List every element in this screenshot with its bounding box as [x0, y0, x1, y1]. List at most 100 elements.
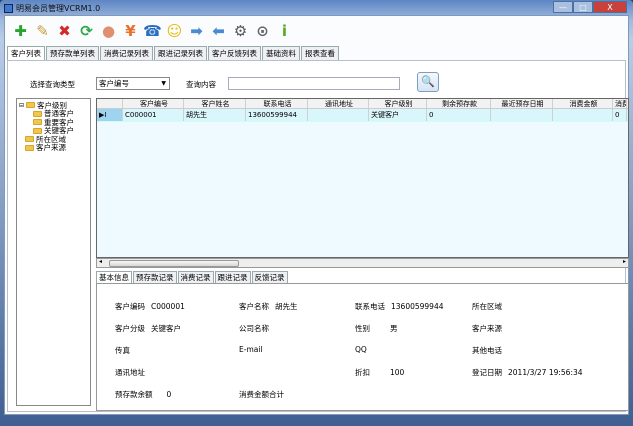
tree-node-source[interactable]: 客户来源	[19, 143, 88, 152]
yuan-button[interactable]: ¥	[121, 20, 140, 42]
field-other-phone: 其他电话	[472, 345, 508, 356]
client-area: ✚ ✎ ✖ ⟳ ● ¥ ☎ ☺ ➡ ⬅ ⚙ ⊙ i 客户列表 预存款单列表 消费记录列表 跟进记录列表 客户反馈…	[4, 15, 629, 415]
column-header[interactable]: 消费金额	[553, 99, 613, 108]
info-icon: i	[281, 22, 288, 40]
close-button[interactable]: X	[593, 1, 627, 13]
column-header[interactable]: 客户姓名	[184, 99, 246, 108]
chevron-down-icon: ▼	[161, 80, 166, 87]
table-cell: C000001	[123, 109, 184, 121]
horizontal-scrollbar[interactable]: ◂ ▸	[96, 258, 629, 268]
field-source: 客户来源	[472, 323, 508, 334]
customer-grid: 客户编号客户姓名联系电话通讯地址客户级别剩余预存款最近预存日期消费金额消费▶IC…	[96, 98, 629, 258]
field-label: 客户编码	[115, 302, 145, 311]
field-customer-code: 客户编码 C000001	[115, 301, 185, 312]
field-email: E-mail	[239, 345, 269, 354]
column-header[interactable]: 客户编号	[123, 99, 184, 108]
scrollbar-thumb[interactable]	[109, 260, 239, 267]
field-qq: QQ	[355, 345, 373, 354]
table-cell: 关键客户	[369, 109, 427, 121]
field-label: 公司名称	[239, 324, 269, 333]
query-type-select[interactable]: 客户编号 ▼	[96, 77, 170, 90]
customer-list-panel: 选择查询类型 客户编号 ▼ 查询内容 🔍 ⊟ 客户级别 普通客户 重要客户 关键客…	[7, 60, 629, 412]
info-button[interactable]: i	[275, 20, 294, 42]
folder-icon	[25, 144, 34, 151]
support-headset-button[interactable]: ☺	[165, 20, 184, 42]
detail-tab-3[interactable]: 跟进记录	[214, 271, 251, 283]
settings-tools-button[interactable]: ⚙	[231, 20, 250, 42]
arrow-left-icon: ⬅	[212, 22, 225, 40]
field-consume-total: 消费金额合计	[239, 389, 290, 400]
column-header[interactable]: 联系电话	[246, 99, 308, 108]
column-header[interactable]: 最近预存日期	[491, 99, 553, 108]
query-content-input[interactable]	[228, 77, 400, 90]
table-cell: 胡先生	[184, 109, 246, 121]
field-value: 13600599944	[391, 302, 444, 311]
field-register-date: 登记日期 2011/3/27 19:56:34	[472, 367, 583, 378]
field-value: C000001	[151, 302, 185, 311]
query-type-value: 客户编号	[99, 79, 129, 88]
field-region: 所在区域	[472, 301, 508, 312]
arrow-right-icon: ➡	[190, 22, 203, 40]
grid-header: 客户编号客户姓名联系电话通讯地址客户级别剩余预存款最近预存日期消费金额消费	[97, 99, 628, 109]
delete-icon: ✖	[58, 22, 71, 40]
table-cell	[308, 109, 369, 121]
search-button[interactable]: 🔍	[417, 72, 439, 92]
scroll-left-icon[interactable]: ◂	[99, 258, 102, 265]
detail-tab-2[interactable]: 消费记录	[177, 271, 214, 283]
detail-tab-1[interactable]: 预存款记录	[133, 271, 177, 283]
arrow-right-button[interactable]: ➡	[187, 20, 206, 42]
toolbar: ✚ ✎ ✖ ⟳ ● ¥ ☎ ☺ ➡ ⬅ ⚙ ⊙ i	[5, 16, 628, 46]
column-header[interactable]: 消费	[613, 99, 627, 108]
backup-drive-button[interactable]: ⊙	[253, 20, 272, 42]
field-label: 折扣	[355, 368, 370, 377]
basic-info-panel: 客户编码 C000001 客户名称 胡先生 联系电话 13600599944 所在区域 客户分…	[96, 283, 629, 411]
tab-6[interactable]: 报表查看	[301, 46, 339, 60]
field-fax: 传真	[115, 345, 136, 356]
column-header[interactable]: 通讯地址	[308, 99, 369, 108]
detail-tab-4[interactable]: 反馈记录	[251, 271, 288, 283]
field-label: 传真	[115, 346, 130, 355]
tab-4[interactable]: 客户反馈列表	[208, 46, 261, 60]
field-label: 预存款余额	[115, 390, 153, 399]
field-customer-name: 客户名称 胡先生	[239, 301, 298, 312]
field-value: 100	[390, 368, 405, 377]
detail-tabs: 基本信息 预存款记录 消费记录 跟进记录 反馈记录	[96, 271, 289, 283]
folder-open-icon	[26, 102, 36, 109]
minimize-button[interactable]: —	[553, 1, 573, 13]
field-discount: 折扣 100	[355, 367, 404, 378]
arrow-left-button[interactable]: ⬅	[209, 20, 228, 42]
edit-pencil-button[interactable]: ✎	[33, 20, 52, 42]
feedback-button[interactable]: ●	[99, 20, 118, 42]
field-value: 0	[166, 390, 172, 399]
phone-button[interactable]: ☎	[143, 20, 162, 42]
table-cell	[491, 109, 553, 121]
tab-1[interactable]: 预存款单列表	[46, 46, 99, 60]
tab-0[interactable]: 客户列表	[7, 46, 45, 61]
column-header[interactable]: 剩余预存款	[427, 99, 491, 108]
settings-tools-icon: ⚙	[233, 22, 248, 40]
refresh-button[interactable]: ⟳	[77, 20, 96, 42]
tab-2[interactable]: 消费记录列表	[100, 46, 153, 60]
tab-3[interactable]: 跟进记录列表	[154, 46, 207, 60]
tab-5[interactable]: 基础资料	[262, 46, 300, 60]
field-label: E-mail	[239, 345, 263, 354]
delete-button[interactable]: ✖	[55, 20, 74, 42]
maximize-button[interactable]: □	[573, 1, 593, 13]
field-label: 消费金额合计	[239, 390, 284, 399]
scroll-right-icon[interactable]: ▸	[623, 258, 626, 265]
row-indicator: ▶I	[97, 109, 123, 121]
app-window: 明易会员管理VCRM1.0 — □ X ✚ ✎ ✖ ⟳ ● ¥ ☎ ☺ ➡ ⬅ ⚙ ⊙ i 客户列表 预存…	[0, 0, 633, 426]
refresh-icon: ⟳	[80, 22, 93, 40]
field-value: 男	[390, 324, 398, 333]
column-header[interactable]: 客户级别	[369, 99, 427, 108]
folder-icon	[33, 110, 42, 117]
field-company: 公司名称	[239, 323, 275, 334]
detail-tab-0[interactable]: 基本信息	[96, 271, 132, 283]
query-type-label: 选择查询类型	[30, 80, 75, 89]
add-button[interactable]: ✚	[11, 20, 30, 42]
field-label: 登记日期	[472, 368, 502, 377]
table-row[interactable]: ▶I C000001 胡先生 13600599944 关键客户 0 0	[97, 109, 628, 122]
field-value: 胡先生	[275, 302, 298, 311]
app-icon	[4, 3, 13, 13]
field-label: QQ	[355, 345, 367, 354]
